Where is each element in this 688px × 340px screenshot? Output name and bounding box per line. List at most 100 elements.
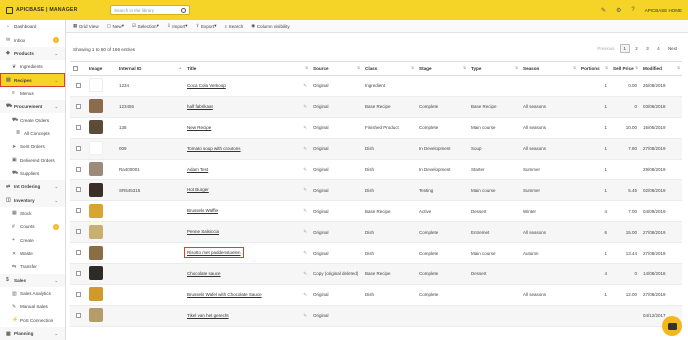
sidebar-item-create-orders[interactable]: ⛟ Create Orders	[0, 113, 65, 126]
cell-title[interactable]: Hot Burger ✎	[184, 179, 310, 202]
grid-view-button[interactable]: ▦ Grid View	[69, 23, 103, 29]
column-header-type[interactable]: Type ⇅	[468, 61, 520, 76]
page-3-button[interactable]: 3	[643, 44, 652, 53]
recipe-thumbnail[interactable]	[89, 182, 103, 197]
row-checkbox-cell[interactable]	[70, 221, 86, 244]
recipe-title-link[interactable]: Chocolate sauce	[187, 271, 221, 276]
row-checkbox-cell[interactable]	[70, 305, 86, 327]
column-header-portions[interactable]: Portions ⇅	[578, 61, 610, 76]
cell-title[interactable]: Tikel van het gerecht ✎	[184, 305, 310, 327]
row-checkbox[interactable]	[75, 82, 81, 88]
table-row[interactable]: 123456 half fabrikaat ✎ Original Base Recipe…	[70, 96, 682, 118]
edit-icon[interactable]: ✎	[303, 146, 307, 152]
recipe-thumbnail[interactable]	[89, 266, 103, 281]
recipe-title-link[interactable]: Tikel van het gerecht	[187, 313, 229, 318]
sidebar-item-recipes[interactable]: ▤ Recipes ⌄	[0, 73, 65, 87]
row-checkbox[interactable]	[75, 124, 81, 130]
table-row[interactable]: 1234 Coca Cola Verkoop ✎ Original Ingredient…	[70, 75, 682, 97]
sidebar-item-dashboard[interactable]: ◔ Dashboard	[0, 20, 65, 33]
sidebar-item-pos-connection[interactable]: ⚡ PoS Connection	[0, 314, 65, 327]
recipe-title-link[interactable]: Penne Salsiccia	[187, 229, 219, 234]
column-header-class[interactable]: Class ⇅	[362, 61, 416, 76]
row-checkbox[interactable]	[75, 103, 81, 109]
export-button[interactable]: ⇧ Export ▾	[192, 23, 221, 29]
edit-icon[interactable]: ✎	[303, 208, 307, 214]
cell-title[interactable]: Penne Salsiccia ✎	[184, 221, 310, 244]
edit-icon[interactable]: ✎	[303, 250, 307, 256]
sidebar-item-transfer[interactable]: ⇆ Transfer	[0, 260, 65, 273]
column-header-stage[interactable]: Stage ⇅	[416, 61, 468, 76]
recipe-title-link[interactable]: New Recipe	[187, 125, 211, 130]
column-header-title[interactable]: Title ⇅	[184, 61, 310, 76]
edit-icon[interactable]: ✎	[303, 125, 307, 131]
row-checkbox[interactable]	[75, 250, 81, 256]
recipe-title-link[interactable]: Risotto met paddenstoelen	[184, 247, 244, 259]
row-checkbox[interactable]	[75, 208, 81, 214]
chat-button[interactable]	[662, 316, 682, 336]
cell-title[interactable]: New Recipe ✎	[184, 117, 310, 139]
edit-icon[interactable]: ✎	[303, 83, 307, 89]
recipe-thumbnail[interactable]	[89, 78, 103, 93]
cell-title[interactable]: half fabrikaat ✎	[184, 96, 310, 118]
sidebar-item-sales-analytics[interactable]: ▥ Sales Analytics	[0, 287, 65, 300]
row-checkbox-cell[interactable]	[70, 117, 86, 139]
sidebar-item-counts[interactable]: # Counts 1	[0, 220, 65, 233]
column-visibility-button[interactable]: ◉ Column visibility	[247, 23, 293, 29]
row-checkbox-cell[interactable]	[70, 284, 86, 306]
table-row[interactable]: Penne Salsiccia ✎ Original Dish Complete Entr…	[70, 221, 682, 244]
sidebar-item-manual-sales[interactable]: ✎ Manual Sales	[0, 300, 65, 313]
column-header-sell-price[interactable]: Sell Price ⇅	[610, 61, 640, 76]
recipe-thumbnail[interactable]	[89, 99, 103, 114]
row-checkbox-cell[interactable]	[70, 96, 86, 118]
recipe-title-link[interactable]: Coca Cola Verkoop	[187, 83, 226, 88]
edit-icon[interactable]: ✎	[303, 187, 307, 193]
sidebar-item-create[interactable]: + Create	[0, 234, 65, 247]
table-row[interactable]: Ra400001 Adam Test ✎ Original Dish In Develop…	[70, 159, 682, 181]
row-checkbox[interactable]	[75, 166, 81, 172]
row-checkbox-cell[interactable]	[70, 242, 86, 265]
library-search[interactable]: Search in the library	[110, 5, 190, 15]
home-link[interactable]: APICBASE HOME	[645, 8, 682, 13]
previous-page-button[interactable]: Previous	[594, 44, 617, 53]
sidebar-item-waste[interactable]: ✕ Waste	[0, 247, 65, 260]
row-checkbox-cell[interactable]	[70, 263, 86, 285]
table-row[interactable]: Risotto met paddenstoelen ✎ Original Dish Co…	[70, 242, 682, 265]
edit-icon[interactable]: ✎	[303, 313, 307, 319]
cell-title[interactable]: Tomato soup with croutons ✎	[184, 138, 310, 160]
gear-icon[interactable]: ⚙	[616, 7, 621, 14]
row-checkbox-cell[interactable]	[70, 159, 86, 181]
cell-title[interactable]: Risotto met paddenstoelen ✎	[184, 242, 310, 265]
edit-icon[interactable]: ✎	[303, 104, 307, 110]
help-icon[interactable]: ?	[631, 7, 634, 13]
sidebar-item-stock[interactable]: ▦ Stock	[0, 207, 65, 220]
recipe-thumbnail[interactable]	[89, 120, 103, 135]
column-header-internal-id[interactable]: Internal ID ▲	[116, 61, 184, 76]
import-button[interactable]: ⇩ Import ▾	[163, 23, 192, 29]
sidebar-item-ingredients[interactable]: ❦ Ingredients	[0, 60, 65, 73]
table-row[interactable]: 009 Tomato soup with croutons ✎ Original Dis…	[70, 138, 682, 160]
next-page-button[interactable]: Next	[665, 44, 680, 53]
row-checkbox[interactable]	[75, 187, 81, 193]
row-checkbox[interactable]	[75, 229, 81, 235]
sidebar-item-inbox[interactable]: ✉ Inbox 1	[0, 33, 65, 46]
checkbox[interactable]	[73, 65, 78, 71]
table-row[interactable]: SR545315 Hot Burger ✎ Original Dish Testing Ma…	[70, 179, 682, 202]
search-icon[interactable]	[181, 7, 186, 13]
row-checkbox-cell[interactable]	[70, 200, 86, 223]
sidebar-item-planning[interactable]: ▦ Planning ⌄	[0, 326, 65, 340]
sidebar-item-procurement[interactable]: ⛟ Procurement ⌄	[0, 100, 65, 114]
table-row[interactable]: Chocolate sauce ✎ Copy (original deleted) B…	[70, 263, 682, 285]
row-checkbox[interactable]	[75, 312, 81, 318]
selection-button[interactable]: ☑ Selection ▾	[128, 23, 163, 29]
sidebar-item-products[interactable]: ◆ Products ⌄	[0, 46, 65, 61]
page-4-button[interactable]: 4	[654, 44, 663, 53]
table-row[interactable]: Brussels Wafel with Chocolate Sauce ✎ Orig…	[70, 284, 682, 306]
edit-icon[interactable]: ✎	[303, 292, 307, 298]
search-button[interactable]: ⌕ Search	[221, 24, 248, 29]
recipe-thumbnail[interactable]	[89, 308, 103, 323]
column-header-image[interactable]: Image	[86, 61, 116, 76]
row-checkbox-cell[interactable]	[70, 179, 86, 202]
select-all-checkbox[interactable]	[70, 61, 86, 76]
sidebar-item-sales[interactable]: $ Sales ⌄	[0, 273, 65, 287]
recipe-thumbnail[interactable]	[89, 245, 103, 260]
